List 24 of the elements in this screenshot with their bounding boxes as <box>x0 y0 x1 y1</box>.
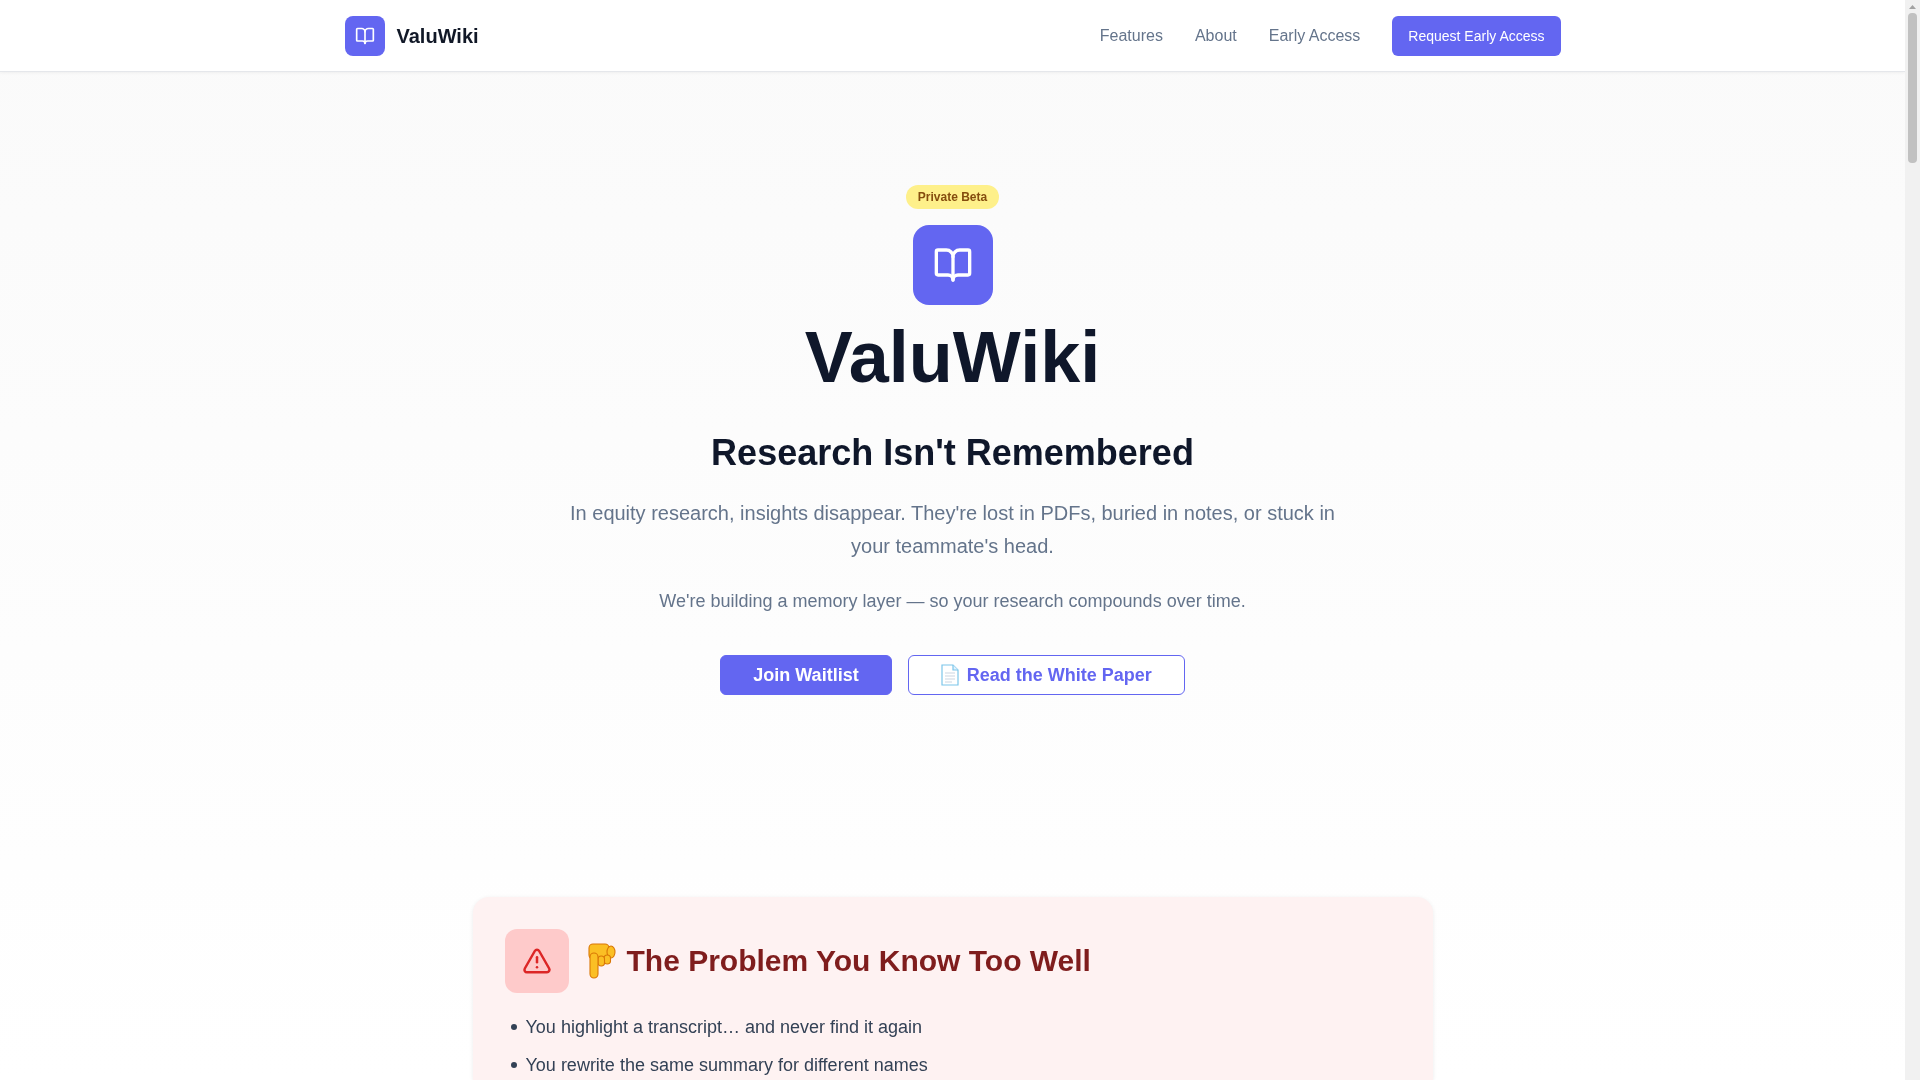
nav-link[interactable]: About <box>1194 23 1237 48</box>
read-paper-button[interactable]: Read the White Paper <box>907 655 1185 695</box>
bullet-icon <box>510 1024 517 1030</box>
hero-headline: Research Isn't Remembered <box>711 433 1194 473</box>
scrollbar[interactable] <box>1905 0 1920 1080</box>
warning-icon <box>504 929 569 993</box>
scroll-up-arrow-icon[interactable] <box>1909 5 1916 9</box>
join-waitlist-button[interactable]: Join Waitlist <box>720 655 892 695</box>
nav-link[interactable]: Features <box>1099 23 1163 48</box>
nav-link[interactable]: Early Access <box>1268 23 1361 48</box>
bullet-icon <box>510 1062 517 1068</box>
scrollbar-thumb[interactable] <box>1908 13 1917 163</box>
problem-heading: The Problem You Know Too Well <box>626 943 1091 979</box>
problem-item: You highlight a transcript… and never find it again <box>525 1016 923 1039</box>
hero-title: ValuWiki <box>804 321 1101 393</box>
beta-badge: Private Beta <box>905 185 1000 209</box>
document-icon <box>940 664 959 686</box>
hero-tagline: We're building a memory layer — so your research compounds over time. <box>659 590 1246 613</box>
request-access-button[interactable]: Request Early Access <box>1392 15 1561 56</box>
problem-item: You rewrite the same summary for different names <box>525 1054 928 1077</box>
brand-name: ValuWiki <box>396 23 479 49</box>
book-logo-icon <box>344 15 385 56</box>
hero-description: In equity research, insights disappear. They're lost in PDFs, buried in notes, or stuck in your teammate's head. <box>569 501 1336 559</box>
book-icon <box>912 225 993 305</box>
